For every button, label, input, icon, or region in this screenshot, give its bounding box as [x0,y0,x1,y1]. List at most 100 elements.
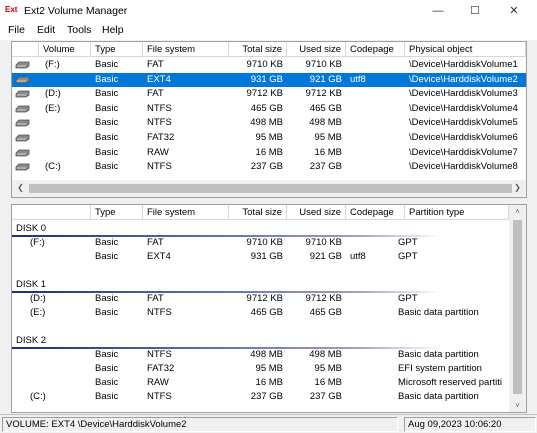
table-row[interactable]: Basic EXT4 931 GB 921 GB utf8 \Device\Harddis… [12,72,526,88]
cell-type: Basic [95,59,119,70]
cell-filesystem: FAT32 [147,363,175,374]
table-row[interactable]: Basic RAW 16 MB 16 MB \Device\HarddiskVolume… [12,146,526,161]
close-icon[interactable]: ✕ [496,0,532,22]
disk-list[interactable]: Type File system Total size Used size Co… [11,204,527,413]
vertical-scrollbar[interactable]: ˄ ˅ [509,205,526,412]
column-header-total-size[interactable]: Total size [229,42,287,57]
cell-type: Basic [95,363,119,374]
cell-type: Basic [95,391,119,402]
cell-type: Basic [95,307,119,318]
column-header-codepage[interactable]: Codepage [346,205,405,220]
cell-total-size: 498 MB [250,349,283,360]
cell-type: Basic [95,349,119,360]
column-header-partition-type[interactable]: Partition type [405,205,509,220]
cell-volume: (C:) [30,391,46,402]
table-row[interactable]: (D:) Basic FAT 9712 KB 9712 KB GPT [12,292,509,307]
cell-volume: (E:) [30,307,46,318]
cell-used-size: 9710 KB [305,59,342,70]
column-header-used-size[interactable]: Used size [287,205,346,220]
cell-filesystem: RAW [147,146,169,158]
column-header-type[interactable]: Type [91,205,143,220]
cell-type: Basic [95,117,119,129]
column-header-codepage[interactable]: Codepage [346,42,405,57]
table-row[interactable]: (F:) Basic FAT 9710 KB 9710 KB \Device\Harddi… [12,58,526,73]
table-row[interactable]: (D:) Basic FAT 9712 KB 9712 KB \Device\Harddi… [12,87,526,102]
cell-total-size: 931 GB [250,251,283,262]
table-row[interactable]: (C:) Basic NTFS 237 GB 237 GB \Device\Harddis… [12,160,526,175]
cell-total-size: 16 MB [255,146,283,158]
column-header-used-size[interactable]: Used size [287,42,346,57]
column-header-physical-object[interactable]: Physical object [405,42,526,57]
drive-icon [15,105,30,113]
cell-used-size: 95 MB [314,132,342,143]
cell-filesystem: NTFS [147,391,172,402]
column-header-total-size[interactable]: Total size [229,205,287,220]
table-row[interactable]: Basic NTFS 498 MB 498 MB Basic data partitio… [12,348,509,363]
scrollbar-thumb[interactable] [29,184,512,193]
cell-type: Basic [95,132,119,143]
cell-used-size: 16 MB [314,146,342,158]
cell-volume: (F:) [30,237,45,248]
cell-used-size: 95 MB [314,363,342,374]
table-row[interactable]: Basic FAT32 95 MB 95 MB \Device\HarddiskVolu… [12,131,526,146]
scrollbar-thumb[interactable] [513,220,522,394]
status-volume: VOLUME: EXT4 \Device\HarddiskVolume2 [2,417,398,432]
drive-icon [15,149,30,156]
cell-used-size: 921 GB [309,251,342,262]
cell-type: Basic [95,102,119,114]
table-row[interactable]: (E:) Basic NTFS 465 GB 465 GB Basic data part… [12,306,509,321]
table-row[interactable]: (F:) Basic FAT 9710 KB 9710 KB GPT [12,236,509,251]
menu-file[interactable]: File [8,24,25,36]
cell-physical-object: \Device\HarddiskVolume6 [409,132,518,143]
cell-filesystem: NTFS [147,102,172,114]
column-header-filesystem[interactable]: File system [143,42,229,57]
scroll-right-icon[interactable]: ❯ [509,183,526,192]
cell-total-size: 95 MB [255,363,283,374]
column-header-icon[interactable] [12,42,39,57]
cell-filesystem: FAT [147,59,164,70]
cell-used-size: 9710 KB [305,237,342,248]
scroll-left-icon[interactable]: ❮ [12,183,29,192]
menu-tools[interactable]: Tools [67,24,92,36]
cell-used-size: 237 GB [309,391,342,402]
status-datetime: Aug 09,2023 10:06:20 [404,417,536,432]
column-header-volume[interactable]: Volume [39,42,91,57]
cell-used-size: 921 GB [309,73,342,85]
cell-filesystem: FAT [147,293,164,304]
cell-type: Basic [95,251,119,262]
cell-volume: (E:) [45,102,61,114]
scroll-down-icon[interactable]: ˅ [509,401,526,410]
cell-filesystem: NTFS [147,349,172,360]
menu-help[interactable]: Help [102,24,124,36]
table-row[interactable]: (E:) Basic NTFS 465 GB 465 GB \Device\Harddis… [12,102,526,117]
cell-physical-object: \Device\HarddiskVolume2 [409,73,518,85]
maximize-icon[interactable]: ☐ [457,0,493,22]
table-row[interactable]: Basic RAW 16 MB 16 MB Microsoft reserved par… [12,376,509,391]
drive-icon [15,134,30,142]
cell-type: Basic [95,73,119,85]
cell-filesystem: EXT4 [147,251,171,262]
title-bar: Ext Ext2 Volume Manager — ☐ ✕ [0,0,537,22]
table-row[interactable]: Basic EXT4 931 GB 921 GB utf8 GPT [12,250,509,265]
menu-edit[interactable]: Edit [37,24,55,36]
cell-volume: (D:) [45,88,61,100]
cell-filesystem: FAT [147,237,164,248]
cell-volume: (C:) [45,161,61,173]
horizontal-scrollbar[interactable]: ❮ ❯ [12,180,526,197]
cell-used-size: 498 MB [309,349,342,360]
column-header-type[interactable]: Type [91,42,143,57]
volume-list[interactable]: Volume Type File system Total size Used … [11,41,527,198]
cell-used-size: 498 MB [309,117,342,129]
cell-filesystem: FAT32 [147,132,175,143]
disk-label: DISK 1 [16,279,47,290]
table-row[interactable]: (C:) Basic NTFS 237 GB 237 GB Basic data part… [12,390,509,405]
minimize-icon[interactable]: — [420,0,456,22]
column-header-disk[interactable] [12,205,91,220]
cell-type: Basic [95,293,119,304]
table-row[interactable]: Basic NTFS 498 MB 498 MB \Device\HarddiskVol… [12,116,526,131]
table-row[interactable]: Basic FAT32 95 MB 95 MB EFI system partition [12,362,509,377]
cell-codepage: utf8 [350,251,366,262]
column-header-filesystem[interactable]: File system [143,205,229,220]
drive-icon [15,90,30,98]
scroll-up-icon[interactable]: ˄ [509,207,526,216]
